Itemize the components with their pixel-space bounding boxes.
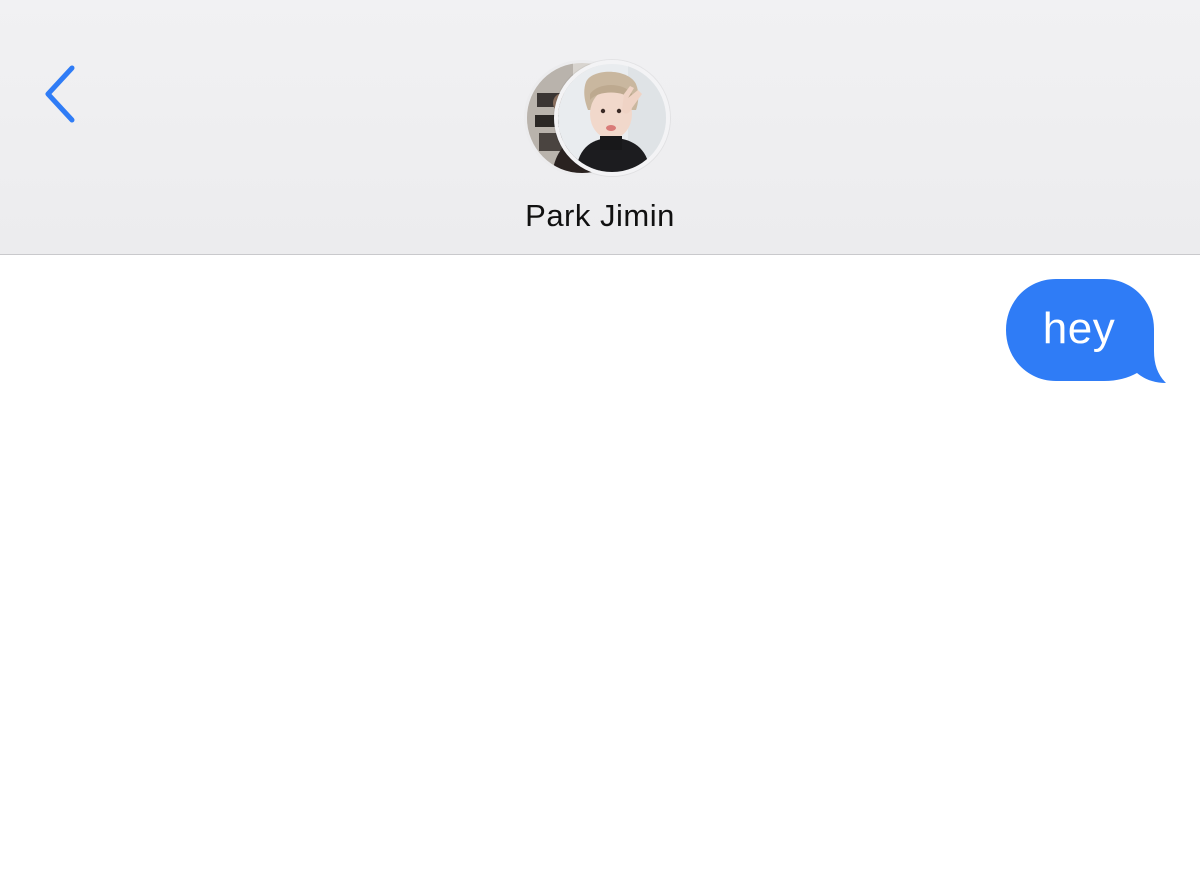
back-button[interactable]	[30, 58, 90, 130]
contact-avatar-group[interactable]	[524, 58, 676, 180]
conversation-header: Park Jimin	[0, 0, 1200, 255]
outgoing-message-bubble[interactable]: hey	[1004, 277, 1170, 389]
avatar-primary	[554, 60, 670, 176]
message-list: hey	[0, 255, 1200, 869]
message-text: hey	[1042, 304, 1116, 353]
messages-screen: Park Jimin hey	[0, 0, 1200, 869]
contact-name[interactable]: Park Jimin	[0, 198, 1200, 234]
chevron-left-icon	[45, 65, 75, 123]
